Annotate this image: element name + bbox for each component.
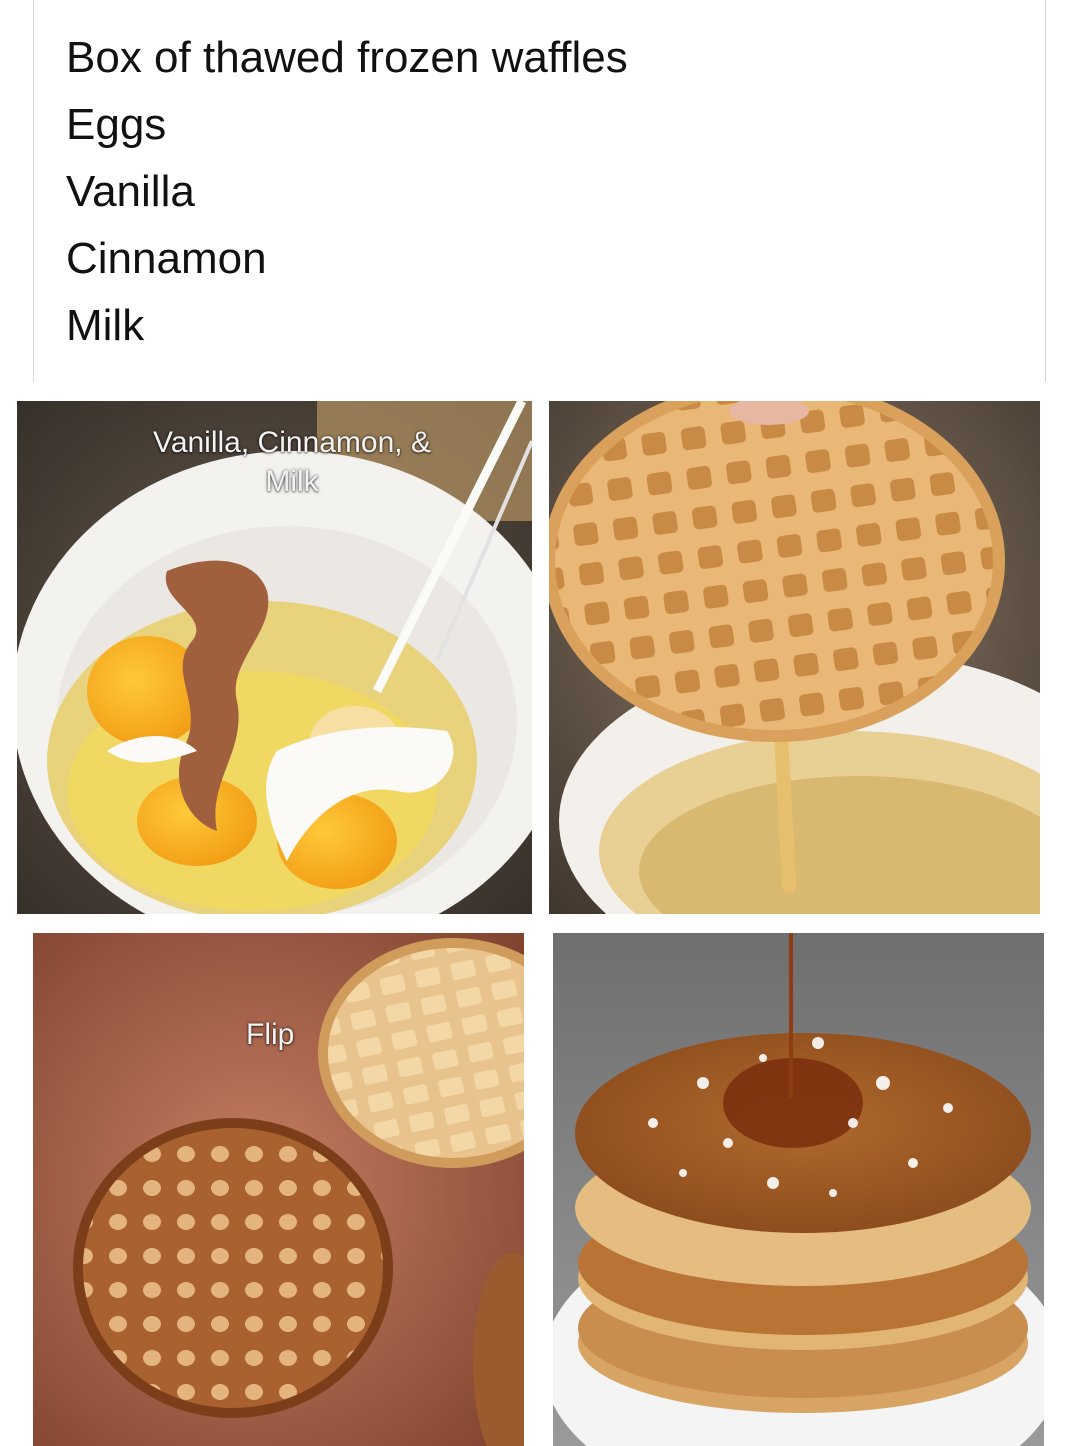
ingredient-item: Eggs — [66, 100, 167, 149]
ingredient-item: Cinnamon — [66, 234, 267, 283]
photo-dipping-waffle — [549, 401, 1040, 914]
ingredient-item: Box of thawed frozen waffles — [66, 33, 628, 82]
caption-line: Vanilla, Cinnamon, & — [153, 426, 431, 459]
caption-line: Milk — [265, 465, 319, 498]
step-caption: Flip — [246, 1018, 295, 1051]
photo-finished-stack — [553, 933, 1044, 1446]
ingredient-item: Vanilla — [66, 167, 195, 216]
photo-frying-waffles: Flip — [33, 933, 524, 1446]
photo-mixing-bowl: Vanilla, Cinnamon, & Milk — [17, 401, 532, 914]
step-caption: Vanilla, Cinnamon, & Milk — [77, 423, 507, 501]
ingredients-list: Box of thawed frozen waffles Eggs Vanill… — [33, 0, 1046, 382]
ingredient-item: Milk — [66, 301, 145, 350]
